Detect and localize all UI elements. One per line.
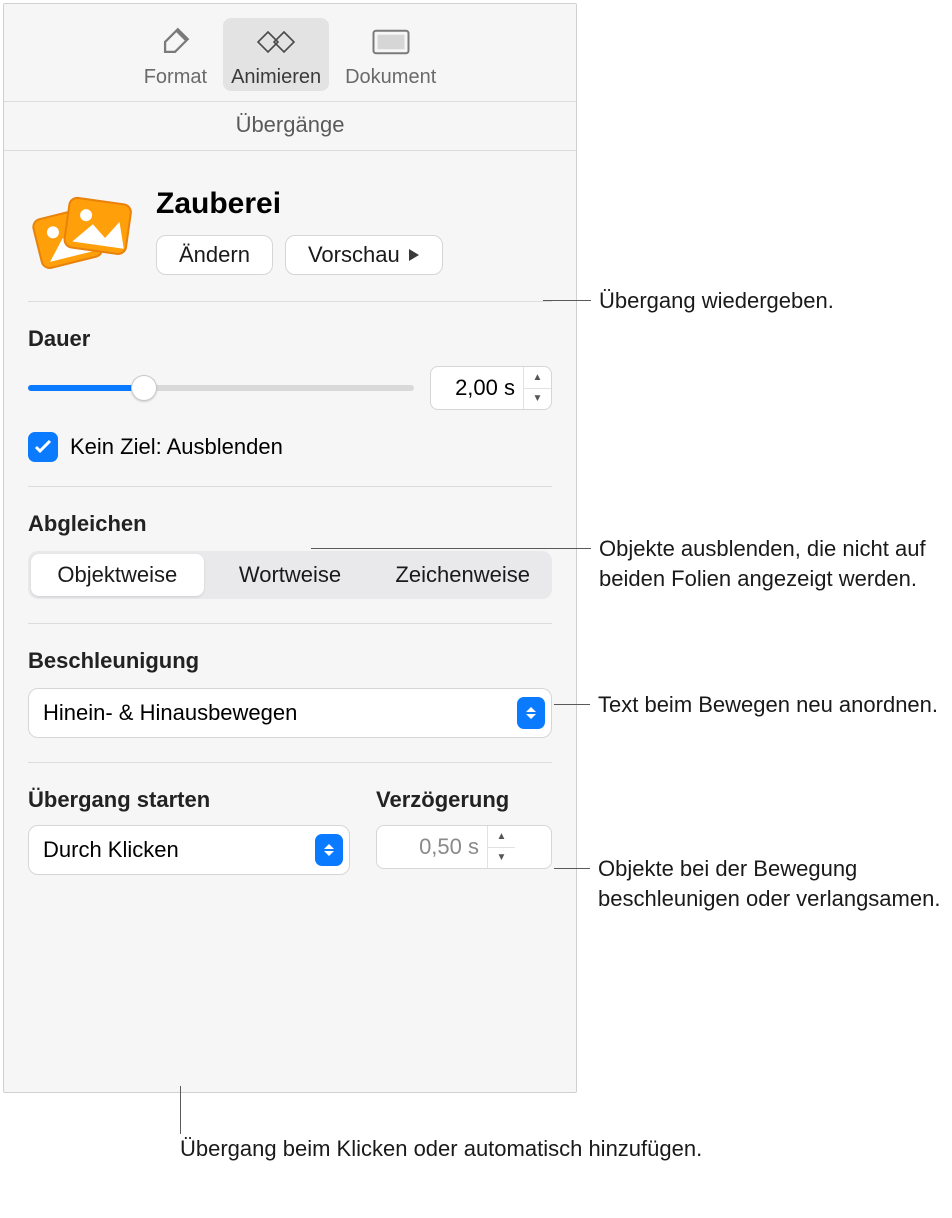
tab-document[interactable]: Dokument (337, 18, 444, 91)
transition-title: Zauberei (156, 187, 552, 221)
callout-accel: Objekte bei der Bewegung beschleunigen o… (554, 854, 952, 913)
stepper-down-icon[interactable]: ▼ (488, 848, 515, 869)
callout-fade: Objekte ausblenden, die nicht auf beiden… (311, 534, 941, 593)
start-label: Übergang starten (28, 787, 350, 813)
preview-button[interactable]: Vorschau (285, 235, 443, 275)
tab-format[interactable]: Format (136, 18, 215, 91)
fade-unmatched-checkbox[interactable] (28, 432, 58, 462)
stepper-up-icon[interactable]: ▲ (488, 826, 515, 848)
match-option-object[interactable]: Objektweise (31, 554, 204, 596)
delay-label: Verzögerung (376, 787, 552, 813)
slider-thumb[interactable] (131, 375, 157, 401)
document-icon (371, 22, 411, 62)
select-caret-icon (315, 834, 343, 866)
tab-format-label: Format (144, 66, 207, 89)
delay-input[interactable] (377, 826, 487, 868)
duration-slider[interactable] (28, 376, 414, 400)
tab-animate[interactable]: Animieren (223, 18, 329, 91)
accel-label: Beschleunigung (28, 648, 552, 674)
play-icon (408, 242, 420, 268)
start-select[interactable]: Durch Klicken (28, 825, 350, 875)
transition-preview-icon (28, 187, 132, 279)
callout-preview: Übergang wiedergeben. (543, 286, 941, 316)
change-button[interactable]: Ändern (156, 235, 273, 275)
diamonds-icon (254, 22, 298, 62)
callout-match: Text beim Bewegen neu anordnen. (554, 690, 940, 720)
duration-input[interactable] (431, 367, 523, 409)
fade-unmatched-label: Kein Ziel: Ausblenden (70, 434, 283, 460)
select-caret-icon (517, 697, 545, 729)
start-value: Durch Klicken (43, 837, 179, 863)
duration-label: Dauer (28, 326, 552, 352)
brush-icon (158, 22, 192, 62)
toolbar: Format Animieren Dokument (4, 4, 576, 102)
stepper-down-icon[interactable]: ▼ (524, 389, 551, 410)
stepper-up-icon[interactable]: ▲ (524, 367, 551, 389)
accel-value: Hinein- & Hinausbewegen (43, 700, 297, 726)
tab-document-label: Dokument (345, 66, 436, 89)
accel-select[interactable]: Hinein- & Hinausbewegen (28, 688, 552, 738)
delay-stepper[interactable]: ▲ ▼ (376, 825, 552, 869)
duration-stepper[interactable]: ▲ ▼ (430, 366, 552, 410)
subheader-transitions: Übergänge (4, 102, 576, 151)
tab-animate-label: Animieren (231, 66, 321, 89)
slider-fill (28, 385, 144, 391)
